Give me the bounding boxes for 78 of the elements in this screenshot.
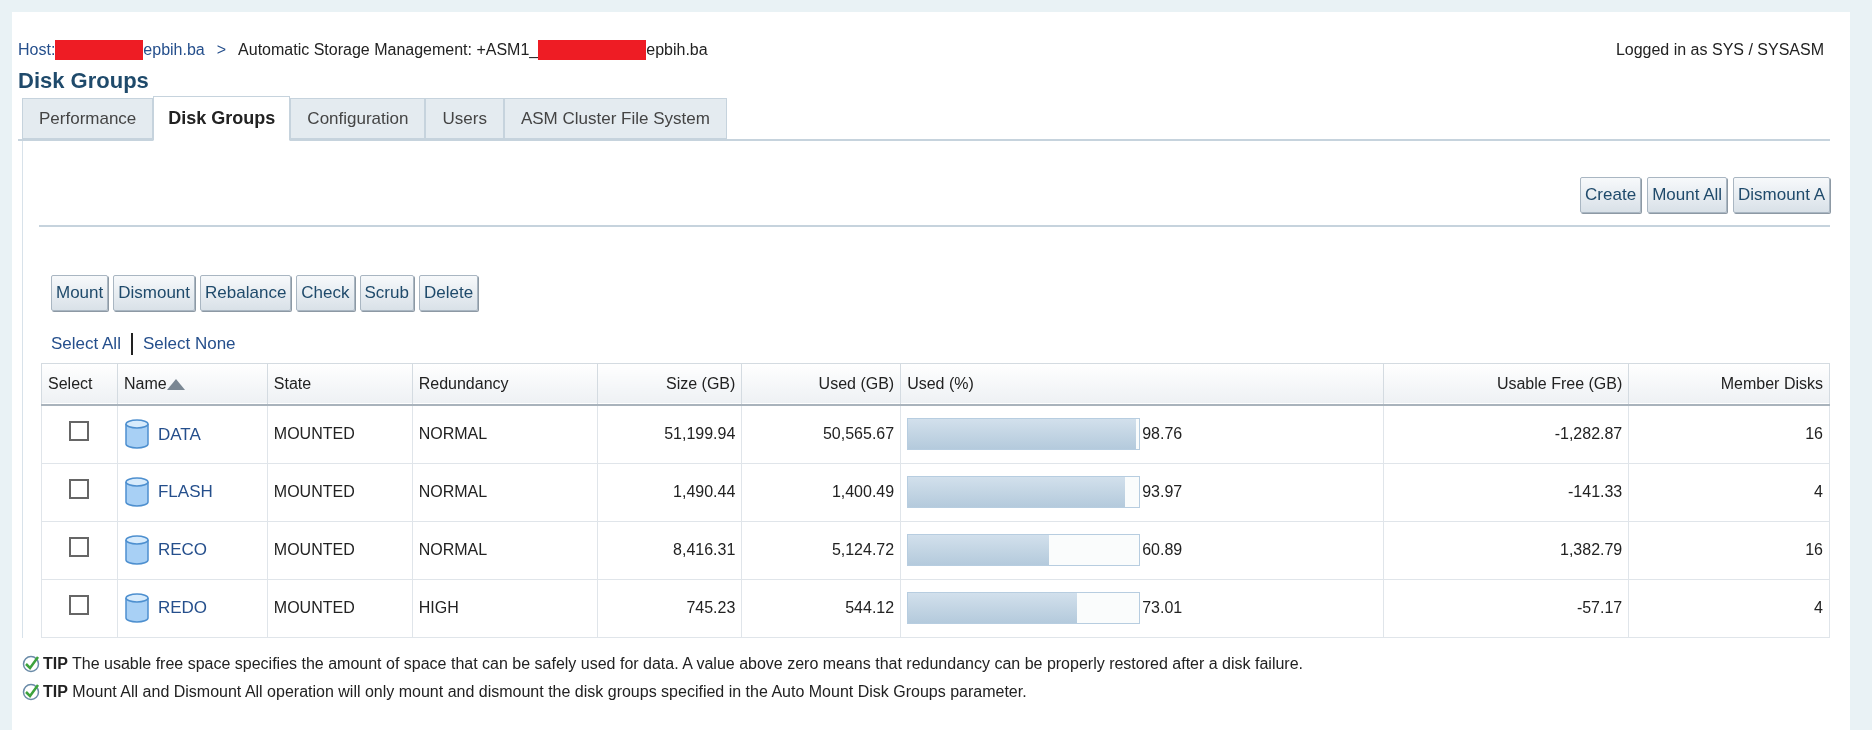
table-cell: MOUNTED <box>267 579 413 637</box>
row-checkbox[interactable] <box>69 536 90 557</box>
breadcrumb-separator: > <box>216 40 227 60</box>
column-header: Member Disks <box>1628 363 1830 405</box>
table-cell: -141.33 <box>1383 463 1629 521</box>
table-cell: 50,565.67 <box>741 405 901 463</box>
action-button[interactable]: Check <box>296 275 355 311</box>
toolbar-button[interactable]: Mount All <box>1647 177 1728 213</box>
sort-ascending-icon <box>166 377 185 390</box>
column-header: Usable Free (GB) <box>1383 363 1629 405</box>
row-checkbox[interactable] <box>69 420 90 441</box>
database-icon <box>123 592 150 624</box>
table-cell: 1,490.44 <box>597 463 742 521</box>
table-cell: MOUNTED <box>267 463 413 521</box>
usage-percent: 98.76 <box>1142 424 1183 445</box>
select-link[interactable]: Select All <box>51 331 121 357</box>
table-cell: 544.12 <box>741 579 901 637</box>
column-header: Used (%) <box>900 363 1384 405</box>
database-icon <box>123 476 150 508</box>
tip-text: TIP The usable free space specifies the amount of space that can be safely used for data. A value above zero means that redundancy can be properly restored after a disk failure. <box>43 653 1303 674</box>
table-cell: 4 <box>1628 463 1830 521</box>
table-cell: 4 <box>1628 579 1830 637</box>
column-header: Redundancy <box>412 363 597 405</box>
table-cell: 16 <box>1628 405 1830 463</box>
select-link[interactable]: Select None <box>142 331 236 357</box>
tab[interactable]: Users <box>425 98 504 139</box>
table-cell: 16 <box>1628 521 1830 579</box>
table-cell: 51,199.94 <box>597 405 742 463</box>
target-name: Automatic Storage Management: +ASM1_ <box>238 40 539 60</box>
database-icon <box>123 534 150 566</box>
check-icon <box>22 682 40 701</box>
toolbar-button[interactable]: Create <box>1580 177 1642 213</box>
login-info: Logged in as SYS / SYSASM <box>1615 40 1824 60</box>
tab[interactable]: Performance <box>22 98 154 139</box>
table-cell: 745.23 <box>597 579 742 637</box>
action-button[interactable]: Rebalance <box>200 275 292 311</box>
action-button[interactable]: Mount <box>51 275 109 311</box>
action-button[interactable]: Delete <box>418 275 479 311</box>
disk-group-link[interactable]: FLASH <box>157 479 213 505</box>
disk-group-link[interactable]: REDO <box>157 595 208 621</box>
database-icon <box>123 418 150 451</box>
table-cell: NORMAL <box>412 405 597 463</box>
disk-group-link[interactable]: RECO <box>157 537 208 563</box>
usage-percent: 73.01 <box>1142 598 1183 618</box>
tip-text: TIP Mount All and Dismount All operation will only mount and dismount the disk groups specified in the Auto Mount Disk Groups parameter. <box>43 681 1027 702</box>
table-cell: MOUNTED <box>267 405 413 463</box>
table-cell: 1,382.79 <box>1383 521 1629 579</box>
row-checkbox[interactable] <box>69 594 90 615</box>
row-checkbox[interactable] <box>69 478 90 499</box>
tab[interactable]: Disk Groups <box>153 96 291 141</box>
column-header: Used (GB) <box>741 363 901 405</box>
toolbar-button[interactable]: Dismount A <box>1733 177 1830 213</box>
table-cell: -1,282.87 <box>1383 405 1629 463</box>
check-icon <box>22 654 40 673</box>
column-header: Select <box>41 363 118 405</box>
target-name: epbih.ba <box>646 40 708 60</box>
usage-percent: 60.89 <box>1142 540 1183 560</box>
column-header: State <box>267 363 413 405</box>
column-header: Size (GB) <box>597 363 742 405</box>
page-title: Disk Groups <box>18 68 150 94</box>
tab[interactable]: Configuration <box>290 98 426 139</box>
tab[interactable]: ASM Cluster File System <box>503 98 727 139</box>
table-cell: NORMAL <box>412 521 597 579</box>
table-cell: 1,400.49 <box>741 463 901 521</box>
usage-percent: 93.97 <box>1142 482 1183 502</box>
action-button[interactable]: Dismount <box>113 275 196 311</box>
table-cell: 5,124.72 <box>741 521 901 579</box>
table-cell: NORMAL <box>412 463 597 521</box>
table-cell: -57.17 <box>1383 579 1629 637</box>
action-button[interactable]: Scrub <box>359 275 414 311</box>
column-header-label: Name <box>123 373 167 394</box>
table-cell: HIGH <box>412 579 597 637</box>
host-link[interactable]: epbih.ba <box>143 38 205 62</box>
disk-group-link[interactable]: DATA <box>157 421 201 447</box>
table-cell: MOUNTED <box>267 521 413 579</box>
table-cell: 8,416.31 <box>597 521 742 579</box>
host-link[interactable]: Host: <box>18 38 56 62</box>
column-header[interactable]: Name <box>117 363 268 405</box>
